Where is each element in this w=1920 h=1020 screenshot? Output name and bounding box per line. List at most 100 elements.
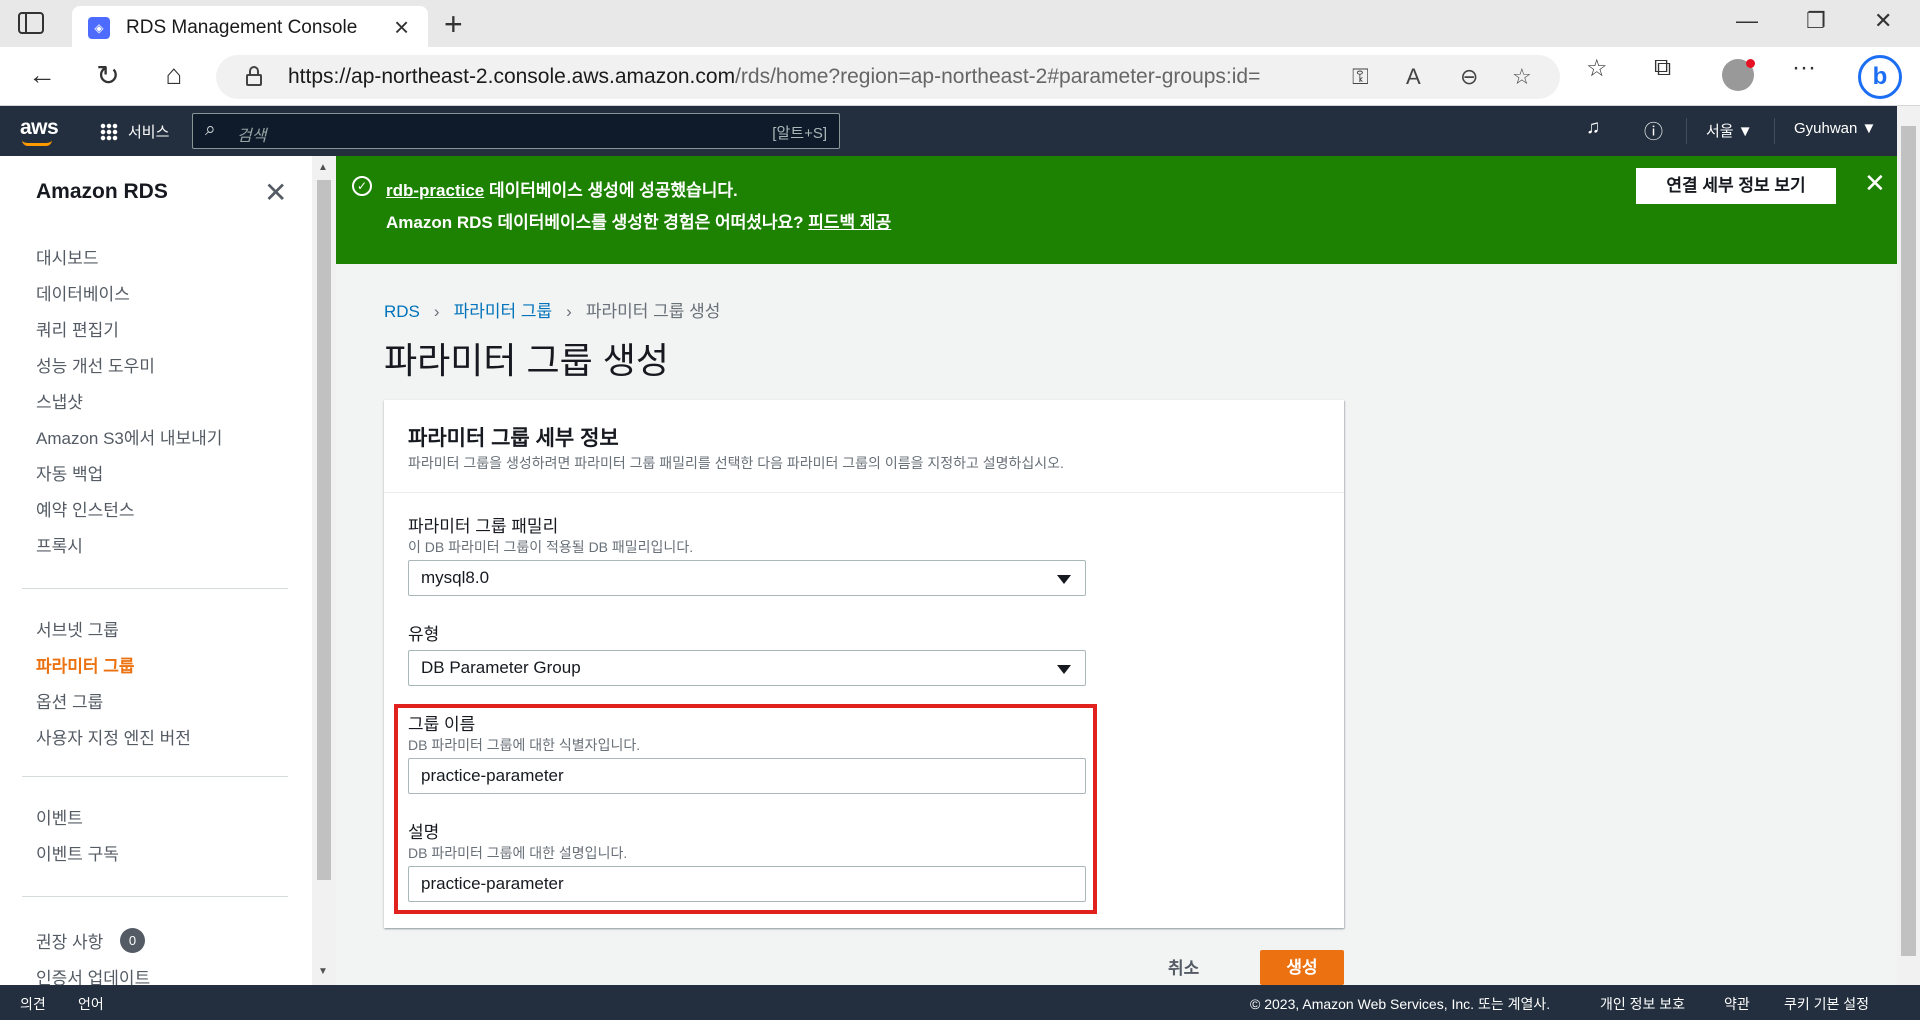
search-icon: ⌕ <box>205 119 216 140</box>
footer-copyright: © 2023, Amazon Web Services, Inc. 또는 계열사… <box>1250 996 1551 1012</box>
tab-title: RDS Management Console <box>126 17 358 38</box>
caret-down-icon <box>1057 575 1071 584</box>
browser-tab[interactable]: ◈ RDS Management Console × <box>72 6 428 47</box>
services-menu[interactable]: 서비스 <box>128 121 169 142</box>
panel-title: 파라미터 그룹 세부 정보 <box>408 427 619 450</box>
minimize-icon[interactable]: — <box>1736 8 1758 34</box>
collections-icon[interactable]: ⧉ <box>1654 54 1671 82</box>
aws-logo[interactable]: aws <box>20 116 59 140</box>
sidebar-divider <box>22 776 288 777</box>
flash-feedback: Amazon RDS 데이터베이스를 생성한 경험은 어떠셨나요? 피드백 제공 <box>386 208 891 233</box>
profile-notification-dot <box>1746 59 1755 68</box>
breadcrumb-rds[interactable]: RDS <box>384 302 420 321</box>
lock-icon[interactable] <box>246 66 262 86</box>
flash-message-text: 데이터베이스 생성에 성공했습니다. <box>484 181 738 200</box>
tab-close-icon[interactable]: × <box>394 12 409 43</box>
view-connection-details-button[interactable]: 연결 세부 정보 보기 <box>1636 168 1836 204</box>
footer-language-link[interactable]: 언어 <box>78 994 104 1014</box>
sidebar-item-option-groups[interactable]: 옵션 그룹 <box>36 688 103 713</box>
address-bar[interactable]: https://ap-northeast-2.console.aws.amazo… <box>216 55 1560 99</box>
more-icon[interactable]: ··· <box>1792 54 1816 82</box>
flash-message: rdb-practice 데이터베이스 생성에 성공했습니다. <box>386 176 738 201</box>
sidebar-item-snapshots[interactable]: 스냅샷 <box>36 388 83 413</box>
services-grid-icon[interactable] <box>100 123 118 141</box>
breadcrumb-chevron-icon: › <box>433 302 440 321</box>
sidebar-divider <box>22 588 288 589</box>
rds-favicon-icon: ◈ <box>88 17 110 39</box>
region-selector[interactable]: 서울 ▼ <box>1706 120 1753 141</box>
footer-terms-link[interactable]: 약관 <box>1724 994 1750 1014</box>
footer-feedback-link[interactable]: 의견 <box>20 994 46 1014</box>
page-scroll-thumb[interactable] <box>1901 126 1916 956</box>
bing-icon[interactable]: b <box>1858 55 1902 99</box>
recommendations-badge: 0 <box>120 928 145 953</box>
browser-toolbar: ← ↻ ⌂ https://ap-northeast-2.console.aws… <box>0 47 1920 106</box>
favorites-icon[interactable]: ☆ <box>1586 54 1608 83</box>
type-value: DB Parameter Group <box>421 658 581 677</box>
refresh-icon[interactable]: ↻ <box>90 59 126 92</box>
db-name-link[interactable]: rdb-practice <box>386 181 484 200</box>
scroll-up-icon[interactable]: ▲ <box>318 162 328 173</box>
sidebar-item-custom-engine-versions[interactable]: 사용자 지정 엔진 버전 <box>36 724 191 749</box>
nav-divider <box>1686 118 1687 144</box>
sidebar-scroll-thumb[interactable] <box>317 180 331 880</box>
type-select[interactable]: DB Parameter Group <box>408 650 1086 686</box>
zoom-out-icon[interactable]: ⊖ <box>1460 64 1478 90</box>
search-input[interactable]: ⌕ 검색 [알트+S] <box>192 113 840 149</box>
panel-description: 파라미터 그룹을 생성하려면 파라미터 그룹 패밀리를 선택한 다음 파라미터 … <box>408 455 1064 471</box>
sidebar-close-icon[interactable]: ✕ <box>264 176 287 209</box>
annotation-highlight-box <box>394 704 1097 914</box>
help-icon[interactable]: ⓘ <box>1644 117 1663 144</box>
sidebar-title: Amazon RDS <box>36 180 168 203</box>
sidebar-item-automated-backups[interactable]: 자동 백업 <box>36 460 103 485</box>
success-check-icon: ✓ <box>352 176 372 196</box>
sidebar-item-events[interactable]: 이벤트 <box>36 804 83 829</box>
add-favorite-icon[interactable]: ☆ <box>1512 64 1532 90</box>
sidebar-item-dashboard[interactable]: 대시보드 <box>36 244 99 269</box>
sidebar-item-performance-insights[interactable]: 성능 개선 도우미 <box>36 352 155 377</box>
sidebar-item-query-editor[interactable]: 쿼리 편집기 <box>36 316 119 341</box>
family-desc: 이 DB 파라미터 그룹이 적용될 DB 패밀리입니다. <box>408 539 694 555</box>
sidebar: Amazon RDS ✕ 대시보드 데이터베이스 쿼리 편집기 성능 개선 도우… <box>0 156 312 985</box>
caret-down-icon <box>1057 665 1071 674</box>
create-button[interactable]: 생성 <box>1260 950 1344 985</box>
sidebar-item-certificate-update[interactable]: 인증서 업데이트 <box>36 964 150 985</box>
footer: 의견 언어 © 2023, Amazon Web Services, Inc. … <box>0 985 1920 1020</box>
footer-privacy-link[interactable]: 개인 정보 보호 <box>1600 994 1685 1014</box>
footer-cookies-link[interactable]: 쿠키 기본 설정 <box>1784 994 1869 1014</box>
window-close-icon[interactable]: ✕ <box>1874 8 1892 34</box>
back-icon[interactable]: ← <box>24 59 60 91</box>
sidebar-item-s3-exports[interactable]: Amazon S3에서 내보내기 <box>36 424 222 449</box>
breadcrumb-chevron-icon: › <box>566 302 572 321</box>
family-select[interactable]: mysql8.0 <box>408 560 1086 596</box>
feedback-link[interactable]: 피드백 제공 <box>808 213 891 232</box>
scroll-down-icon[interactable]: ▼ <box>318 966 328 977</box>
flash-close-icon[interactable]: ✕ <box>1864 168 1886 199</box>
panel-divider <box>384 492 1344 493</box>
notifications-icon[interactable]: ♫ <box>1586 117 1600 139</box>
sidebar-item-databases[interactable]: 데이터베이스 <box>36 280 130 305</box>
page-scrollbar[interactable] <box>1897 106 1920 985</box>
breadcrumb-parameter-groups[interactable]: 파라미터 그룹 <box>454 302 553 321</box>
aws-smile-icon <box>22 140 52 146</box>
sidebar-item-recommendations[interactable]: 권장 사항 <box>36 928 103 953</box>
sidebar-item-event-subscriptions[interactable]: 이벤트 구독 <box>36 840 119 865</box>
sidebar-scrollbar[interactable]: ▲ ▼ <box>312 156 336 985</box>
sidebar-item-proxies[interactable]: 프록시 <box>36 532 83 557</box>
new-tab-icon[interactable]: + <box>444 6 463 43</box>
home-icon[interactable]: ⌂ <box>156 59 192 91</box>
read-aloud-icon[interactable]: A <box>1406 64 1421 90</box>
search-placeholder: 검색 <box>237 128 267 145</box>
sidebar-item-subnet-groups[interactable]: 서브넷 그룹 <box>36 616 119 641</box>
cancel-button[interactable]: 취소 <box>1168 954 1199 979</box>
key-icon[interactable]: ⚿ <box>1352 64 1369 90</box>
sidebar-item-parameter-groups[interactable]: 파라미터 그룹 <box>36 652 135 677</box>
tab-actions-icon[interactable] <box>18 12 44 34</box>
account-menu[interactable]: Gyuhwan ▼ <box>1794 120 1876 137</box>
sidebar-item-reserved-instances[interactable]: 예약 인스턴스 <box>36 496 135 521</box>
family-value: mysql8.0 <box>421 568 490 587</box>
url-text: https://ap-northeast-2.console.aws.amazo… <box>288 65 1261 88</box>
restore-icon[interactable]: ❐ <box>1806 8 1826 34</box>
search-shortcut: [알트+S] <box>772 125 827 142</box>
breadcrumb-current: 파라미터 그룹 생성 <box>585 302 721 321</box>
